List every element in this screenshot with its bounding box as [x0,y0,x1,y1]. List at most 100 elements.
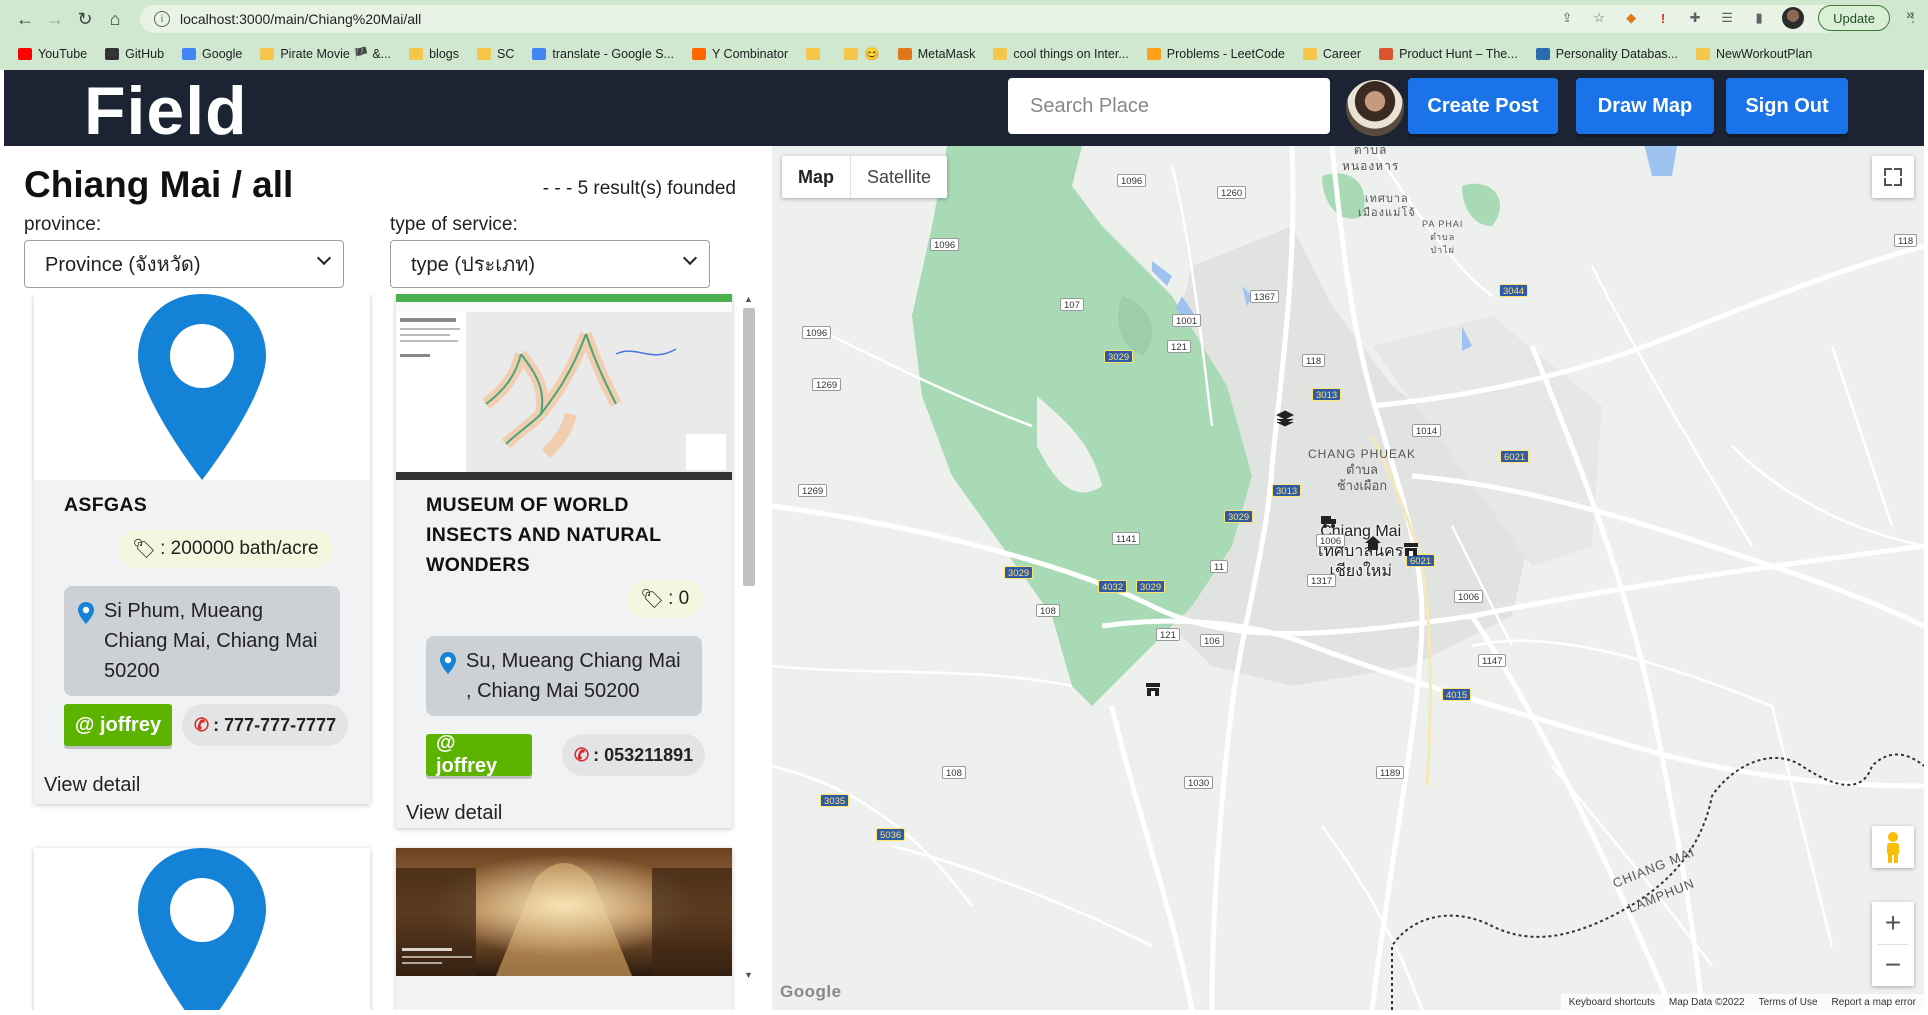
star-icon[interactable]: ☆ [1590,9,1608,27]
bookmark-item[interactable]: Personality Databas... [1535,47,1678,61]
price-text: : 0 [668,588,690,609]
bookmark-item[interactable]: translate - Google S... [532,47,674,61]
side-panel-icon[interactable]: ▮ [1750,9,1768,27]
bookmark-item[interactable]: Problems - LeetCode [1146,47,1285,61]
search-place-input[interactable]: Search Place [1008,78,1330,134]
bookmark-item[interactable]: Career [1302,47,1362,61]
library-photo-image [396,848,732,976]
layers-marker-icon[interactable] [1276,410,1294,428]
app-logo[interactable]: Field [84,72,248,150]
google-logo[interactable]: Google [780,982,842,1002]
create-post-button[interactable]: Create Post [1408,78,1558,134]
draw-map-button[interactable]: Draw Map [1576,78,1714,134]
zoom-out-icon[interactable]: − [1872,944,1914,986]
forward-icon[interactable]: → [40,4,70,34]
profile-avatar-icon[interactable] [1782,7,1805,29]
bookmark-item[interactable]: YouTube [18,47,87,61]
user-button[interactable]: @ joffrey [64,704,172,746]
view-detail-link[interactable]: View detail [44,774,140,797]
street-view-pegman-icon[interactable] [1872,826,1914,868]
bookmark-item[interactable]: Product Hunt – The... [1379,47,1518,61]
metamask-ext-icon[interactable]: ◆ [1622,9,1640,27]
scroll-up-icon[interactable]: ▲ [744,294,753,304]
report-error-link[interactable]: Report a map error [1832,997,1916,1008]
road-number-shield: 121 [1167,340,1191,353]
folder-icon [476,48,491,60]
share-icon[interactable]: ⇪ [1558,9,1576,27]
service-label: type of service: [390,214,518,235]
bookmark-item[interactable]: blogs [409,47,459,61]
address-row: ← → ↻ ⌂ i localhost:3000/main/Chiang%20M… [0,0,1928,38]
user-button[interactable]: @ joffrey [426,732,532,777]
fullscreen-icon[interactable] [1872,156,1914,198]
road-number-shield: 3029 [1224,510,1254,523]
bookmark-label: blogs [429,47,459,61]
map-label: เทศบาล เมืองแม่โจ้ [1358,193,1416,219]
site-info-icon[interactable]: i [154,11,170,27]
bookmark-label: SC [496,47,515,61]
terms-of-use-link[interactable]: Terms of Use [1759,997,1818,1008]
zoom-control: + − [1872,902,1914,986]
bookmark-item[interactable]: cool things on Inter... [993,47,1129,61]
home-icon[interactable]: ⌂ [100,4,130,34]
list-scrollbar[interactable]: ▲ ▼ [742,294,756,984]
folder-icon [409,48,424,60]
bookmark-label: Pirate Movie 🏴 &... [280,46,392,61]
zoom-in-icon[interactable]: + [1872,902,1914,944]
map-type-satellite-button[interactable]: Satellite [850,156,947,198]
bookmark-item[interactable]: SC [476,47,515,61]
bookmark-item[interactable]: 😊 [844,47,880,62]
store-marker-icon[interactable] [1144,680,1162,698]
road-number-shield: 1096 [930,238,960,251]
province-select[interactable]: Province (จังหวัด) [24,240,344,288]
bookmark-item[interactable]: MetaMask [897,47,975,61]
more-bookmarks-button[interactable]: » [1906,6,1914,22]
place-card[interactable] [396,848,732,1010]
reading-list-icon[interactable]: ☰ [1718,9,1736,27]
bookmark-item[interactable] [806,48,826,60]
scroll-down-icon[interactable]: ▼ [744,970,753,980]
price-tag-icon: 🏷 [132,539,157,560]
reload-icon[interactable]: ↻ [70,4,100,34]
province-select-value: Province (จังหวัด) [45,254,201,276]
view-detail-link[interactable]: View detail [406,802,502,825]
alert-ext-icon[interactable]: ! [1654,9,1672,27]
bookmark-item[interactable]: Pirate Movie 🏴 &... [260,47,391,62]
bookmark-label: Career [1322,47,1362,61]
location-pin-icon [138,294,266,480]
service-type-select[interactable]: type (ประเภท) [390,240,710,288]
bookmark-item[interactable]: NewWorkoutPlan [1695,47,1812,61]
folder-icon [1695,48,1710,60]
library-photo [396,848,732,976]
place-card[interactable] [34,848,370,1010]
map-type-control: Map Satellite [782,156,948,198]
google-map[interactable]: ตาบล หนองหาร เทศบาล เมืองแม่โจ้ PA PHAI ตำบ… [772,146,1924,1010]
bookmark-label: Problems - LeetCode [1166,47,1285,61]
road-number-shield: 3029 [1004,566,1034,579]
store-marker-icon[interactable] [1402,540,1420,558]
bookmark-item[interactable]: GitHub [105,47,164,61]
bookmark-item[interactable]: Y Combinator [691,47,788,61]
truck-marker-icon[interactable] [1320,512,1338,530]
back-icon[interactable]: ← [10,4,40,34]
cards-grid: ASFGAS 🏷 : 200000 bath/acre Si Phum, Mue… [4,294,772,1010]
home-marker-icon[interactable] [1364,534,1382,552]
map-type-map-button[interactable]: Map [782,156,850,198]
bookmark-label: cool things on Inter... [1013,47,1129,61]
scroll-thumb[interactable] [743,308,755,586]
extensions-icon[interactable]: ✚ [1686,9,1704,27]
place-card[interactable]: MUSEUM OF WORLD INSECTS AND NATURAL WOND… [396,294,732,828]
metamask-icon [897,48,912,60]
price-tag-icon: 🏷 [640,589,665,610]
folder-icon [993,48,1008,60]
address-text: Si Phum, Mueang Chiang Mai, Chiang Mai 5… [104,600,318,682]
map-data-text: Map Data ©2022 [1668,996,1745,1008]
map-attribution: Keyboard shortcuts Map Data ©2022 Terms … [1560,994,1924,1010]
update-button[interactable]: Update [1818,5,1890,31]
road-number-shield: 118 [1302,354,1326,367]
user-avatar[interactable] [1346,80,1404,136]
place-card[interactable]: ASFGAS 🏷 : 200000 bath/acre Si Phum, Mue… [34,294,370,804]
bookmark-item[interactable]: Google [182,47,242,61]
keyboard-shortcuts-link[interactable]: Keyboard shortcuts [1569,997,1655,1008]
sign-out-button[interactable]: Sign Out [1726,78,1848,134]
